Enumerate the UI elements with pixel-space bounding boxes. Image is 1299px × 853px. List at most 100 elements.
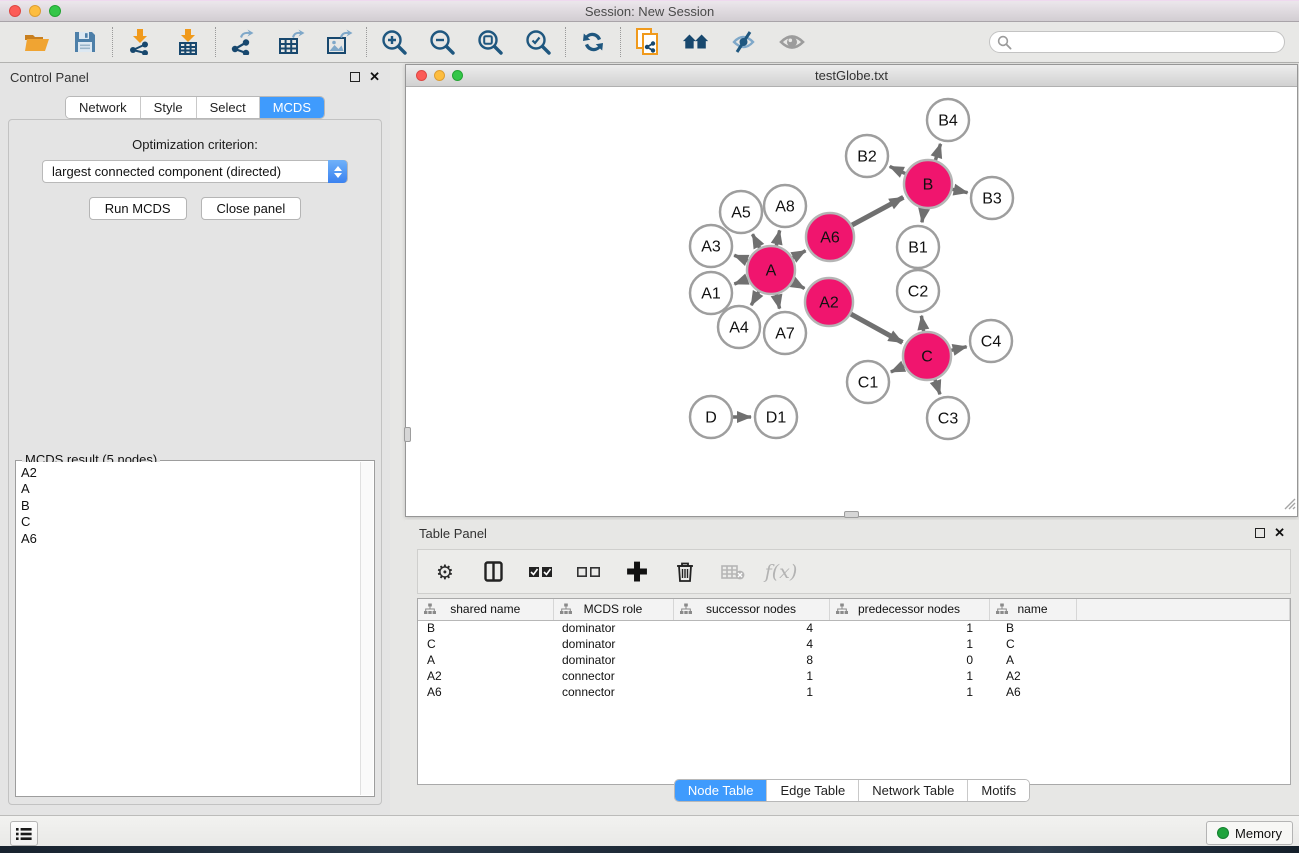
float-panel-icon[interactable] — [350, 72, 360, 82]
function-builder-icon[interactable]: f(x) — [768, 559, 794, 585]
memory-button[interactable]: Memory — [1206, 821, 1293, 845]
tab-select[interactable]: Select — [196, 97, 259, 118]
run-mcds-button[interactable]: Run MCDS — [89, 197, 187, 220]
open-session-icon[interactable] — [23, 28, 51, 56]
settings-gear-icon[interactable]: ⚙ — [432, 559, 458, 585]
graph-edge-C-C2[interactable] — [921, 316, 923, 331]
graph-node-A3[interactable]: A3 — [690, 225, 732, 267]
frame-bottom-handle[interactable] — [844, 511, 859, 518]
graph-node-D1[interactable]: D1 — [755, 396, 797, 438]
graph-edge-A-A4[interactable] — [751, 292, 759, 305]
graph-edge-A-A2[interactable] — [793, 282, 805, 288]
import-table-icon[interactable] — [174, 28, 202, 56]
import-network-icon[interactable] — [126, 28, 154, 56]
zoom-selected-icon[interactable] — [524, 28, 552, 56]
graph-edge-A-A7[interactable] — [776, 294, 779, 308]
table-row-A2[interactable]: A2connector11A2 — [418, 668, 1290, 684]
graph-node-C1[interactable]: C1 — [847, 361, 889, 403]
graph-node-C3[interactable]: C3 — [927, 397, 969, 439]
column-header-MCDS-role[interactable]: MCDS role — [553, 599, 673, 620]
network-window-titlebar[interactable]: testGlobe.txt — [406, 65, 1297, 87]
graph-node-A6[interactable]: A6 — [806, 213, 854, 261]
graph-edge-B-B3[interactable] — [952, 189, 967, 192]
graph-edge-A2-C[interactable] — [851, 314, 903, 342]
duplicate-network-icon[interactable] — [634, 28, 662, 56]
graph-node-B[interactable]: B — [904, 160, 952, 208]
frame-left-handle[interactable] — [404, 427, 411, 442]
graph-edge-A-A8[interactable] — [776, 230, 779, 245]
zoom-fit-icon[interactable] — [476, 28, 504, 56]
graph-node-D[interactable]: D — [690, 396, 732, 438]
criterion-select[interactable]: largest connected component (directed) — [42, 160, 348, 183]
home-first-neighbors-icon[interactable] — [682, 28, 710, 56]
column-header-name[interactable]: name — [989, 599, 1076, 620]
graph-node-A[interactable]: A — [747, 246, 795, 294]
graph-node-B2[interactable]: B2 — [846, 135, 888, 177]
resize-grip-icon[interactable] — [1282, 496, 1296, 515]
column-header-predecessor-nodes[interactable]: predecessor nodes — [829, 599, 989, 620]
refresh-network-icon[interactable] — [579, 28, 607, 56]
export-image-icon[interactable] — [325, 28, 353, 56]
hide-panel-icon[interactable] — [730, 28, 758, 56]
graph-edge-A-A6[interactable] — [793, 251, 806, 258]
table-row-A[interactable]: Adominator80A — [418, 652, 1290, 668]
save-session-icon[interactable] — [71, 28, 99, 56]
close-panel-button[interactable]: Close panel — [201, 197, 302, 220]
graph-node-A1[interactable]: A1 — [690, 272, 732, 314]
tab-mcds[interactable]: MCDS — [259, 97, 324, 118]
export-table-icon[interactable] — [277, 28, 305, 56]
graph-node-A7[interactable]: A7 — [764, 312, 806, 354]
deselect-all-icon[interactable] — [576, 559, 602, 585]
graph-node-C4[interactable]: C4 — [970, 320, 1012, 362]
graph-edge-B-B1[interactable] — [922, 209, 924, 223]
close-table-panel-icon[interactable]: ✕ — [1274, 528, 1285, 538]
split-panel-icon[interactable] — [480, 559, 506, 585]
column-header-shared-name[interactable]: shared name — [418, 599, 553, 620]
graph-node-C2[interactable]: C2 — [897, 270, 939, 312]
close-panel-icon[interactable]: ✕ — [369, 72, 380, 82]
tab-motifs[interactable]: Motifs — [967, 780, 1029, 801]
graph-node-A2[interactable]: A2 — [805, 278, 853, 326]
result-item-C[interactable]: C — [21, 514, 360, 530]
graph-edge-B-B2[interactable] — [890, 166, 906, 173]
table-row-C[interactable]: Cdominator41C — [418, 636, 1290, 652]
result-item-A6[interactable]: A6 — [21, 531, 360, 547]
zoom-out-icon[interactable] — [428, 28, 456, 56]
result-item-B[interactable]: B — [21, 498, 360, 514]
graph-edge-C-C4[interactable] — [951, 347, 966, 351]
mcds-result-list[interactable]: A2ABCA6 — [17, 462, 360, 795]
result-item-A[interactable]: A — [21, 481, 360, 497]
task-history-button[interactable] — [10, 821, 38, 846]
tab-network[interactable]: Network — [66, 97, 140, 118]
tab-node-table[interactable]: Node Table — [675, 780, 767, 801]
delete-column-icon[interactable] — [672, 559, 698, 585]
add-column-icon[interactable]: ✚ — [624, 559, 650, 585]
graph-node-B4[interactable]: B4 — [927, 99, 969, 141]
graph-edge-C-C3[interactable] — [935, 380, 940, 395]
graph-node-B1[interactable]: B1 — [897, 226, 939, 268]
table-row-A6[interactable]: A6connector11A6 — [418, 684, 1290, 700]
network-canvas[interactable]: AA1A2A3A4A5A6A7A8BB1B2B3B4CC1C2C3C4DD1 — [406, 87, 1297, 516]
graph-edge-A-A5[interactable] — [752, 234, 759, 248]
graph-edge-B-B4[interactable] — [935, 144, 940, 160]
tab-network-table[interactable]: Network Table — [858, 780, 967, 801]
graph-node-A4[interactable]: A4 — [718, 306, 760, 348]
graph-node-A8[interactable]: A8 — [764, 185, 806, 227]
delete-table-icon[interactable] — [720, 559, 746, 585]
graph-edge-C-C1[interactable] — [891, 366, 904, 372]
tab-edge-table[interactable]: Edge Table — [766, 780, 858, 801]
show-graphics-details-icon[interactable] — [778, 28, 806, 56]
table-row-B[interactable]: Bdominator41B — [418, 620, 1290, 636]
graph-node-C[interactable]: C — [903, 332, 951, 380]
graph-edge-A-A3[interactable] — [734, 255, 748, 260]
graph-edge-A6-B[interactable] — [852, 197, 903, 225]
float-table-panel-icon[interactable] — [1255, 528, 1265, 538]
select-all-icon[interactable] — [528, 559, 554, 585]
search-input[interactable] — [989, 31, 1285, 53]
graph-node-B3[interactable]: B3 — [971, 177, 1013, 219]
export-network-icon[interactable] — [229, 28, 257, 56]
tab-style[interactable]: Style — [140, 97, 196, 118]
column-header-successor-nodes[interactable]: successor nodes — [673, 599, 829, 620]
graph-edge-A-A1[interactable] — [734, 279, 747, 284]
zoom-in-icon[interactable] — [380, 28, 408, 56]
